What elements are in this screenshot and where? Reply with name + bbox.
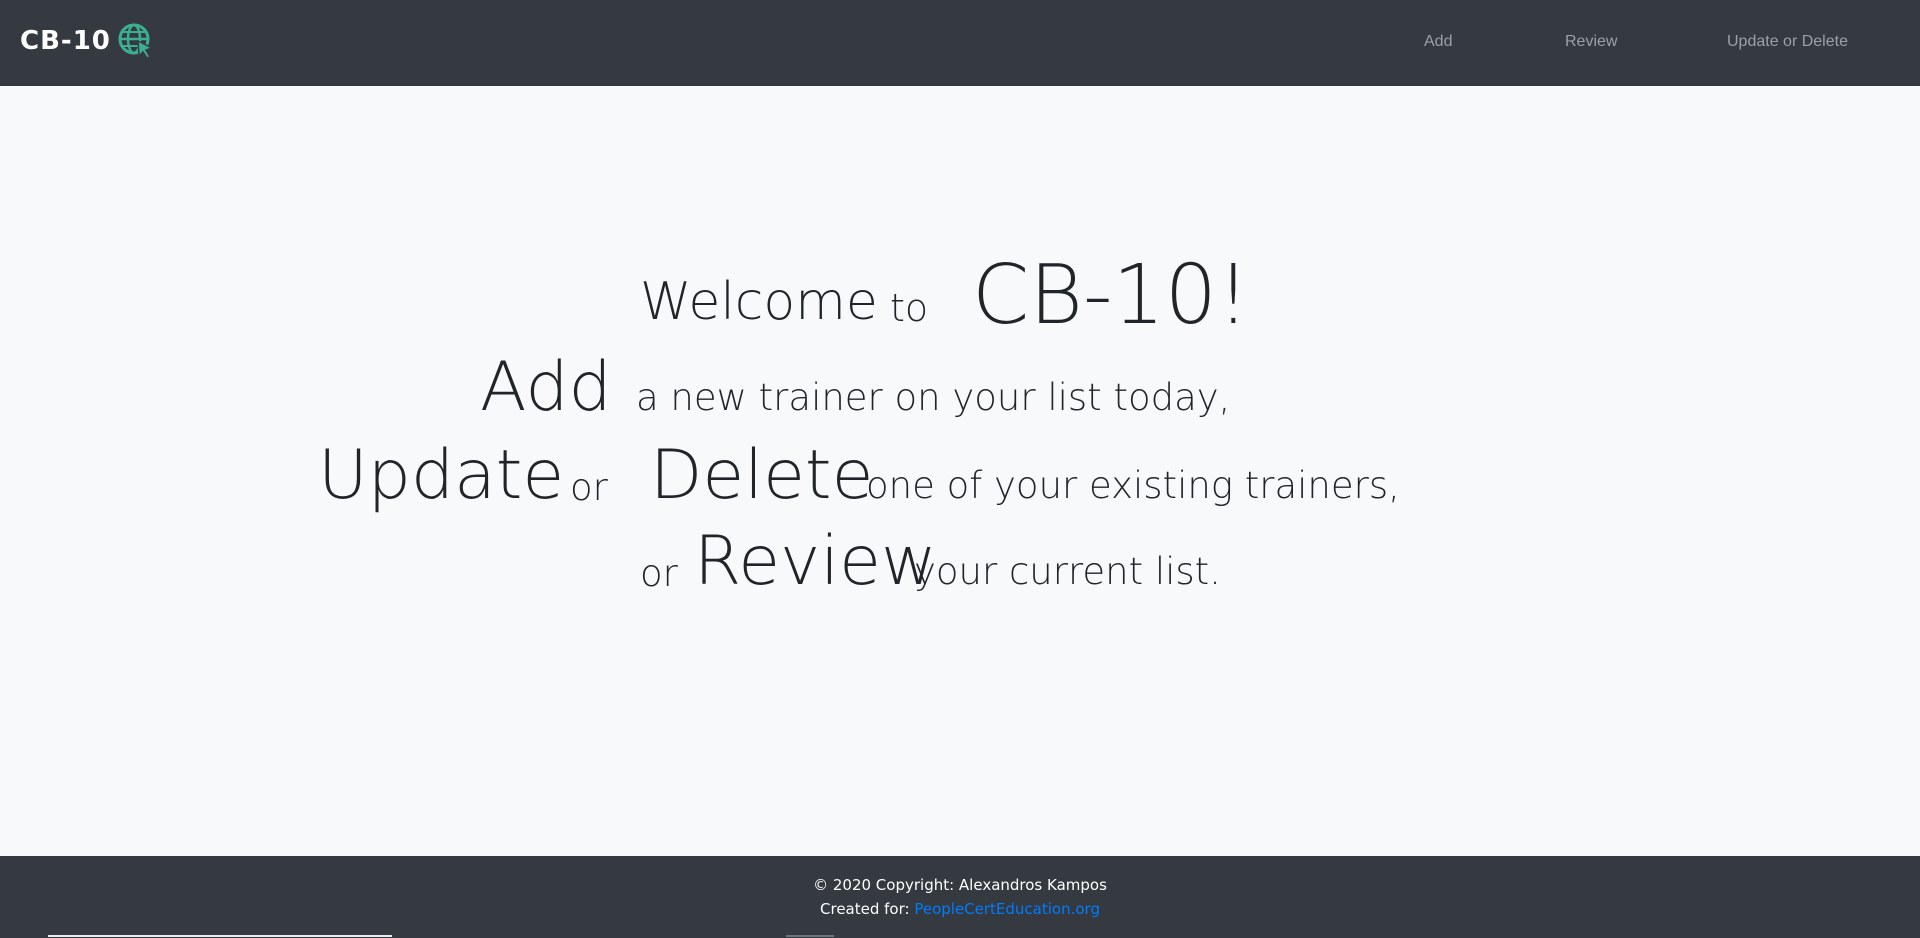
nav-review-link[interactable]: Review [1565,33,1617,51]
globe-cursor-icon [117,22,155,60]
hero-to-word: to [890,286,929,330]
nav-add-link[interactable]: Add [1424,33,1452,51]
brand-logo-link[interactable]: CB-10 [20,22,155,60]
nav-update-delete-link[interactable]: Update or Delete [1727,33,1848,51]
hero-update-word: Update [318,436,565,515]
footer-peoplecert-link[interactable]: PeopleCertEducation.org [914,900,1100,918]
footer-copyright: © 2020 Copyright: Alexandros Kampos [813,876,1107,894]
hero-app-name: CB-10! [972,248,1250,343]
top-navbar: CB-10 Add Review Update or Delete [0,0,1920,86]
hero-delete-word: Delete [650,436,874,515]
hero-add-word: Add [480,348,612,427]
welcome-hero: Welcome to CB-10! Add a new trainer on y… [0,86,1920,856]
hero-or-word: or [570,466,608,509]
brand-name: CB-10 [20,26,111,56]
page-footer: © 2020 Copyright: Alexandros Kampos Crea… [0,856,1920,938]
hero-update-delete-description: one of your existing trainers, [866,464,1400,507]
horizontal-scrollbar-track[interactable] [48,935,392,937]
hero-add-description: a new trainer on your list today, [636,376,1231,419]
footer-created-for: Created for: PeopleCertEducation.org [0,900,1920,918]
hero-or-word-2: or [640,552,678,595]
hero-review-description: your current list. [914,550,1221,593]
footer-created-for-label: Created for: [820,900,910,918]
hero-review-word: Review [694,522,937,601]
hero-welcome-word: Welcome [640,272,878,332]
horizontal-scrollbar-thumb[interactable] [786,935,834,937]
